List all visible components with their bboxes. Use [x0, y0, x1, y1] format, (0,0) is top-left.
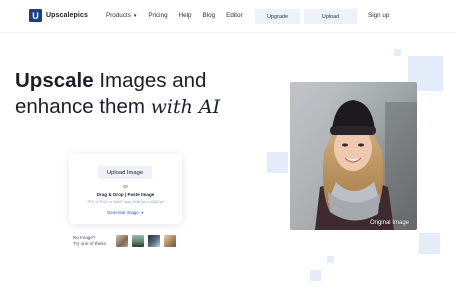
nav-help[interactable]: Help [179, 12, 192, 19]
logo-icon: U [29, 9, 42, 22]
decor-square [419, 233, 440, 254]
headline-line1-rest: Images and [93, 69, 207, 92]
nav-editor[interactable]: Editor [226, 12, 242, 19]
main-nav: Products ▼ Pricing Help Blog Editor [106, 12, 254, 19]
sample-thumbnail-2[interactable] [132, 235, 144, 247]
sample-thumbnail-4[interactable] [164, 235, 176, 247]
photo-caption: Original Image [369, 220, 409, 226]
headline-script-text: with AI [150, 96, 221, 118]
generate-image-link[interactable]: Generate Image ✦ [69, 210, 182, 215]
or-divider-text: Or [122, 184, 129, 189]
format-hint: JPG or PNG or WebP upto 40MOps x 40MOps [87, 200, 164, 204]
signup-link[interactable]: Sign up [368, 12, 389, 19]
headline-highlight: Upscale [15, 69, 94, 92]
drag-drop-text: Drag & Drop | Paste Image [96, 192, 155, 197]
chevron-down-icon: ▼ [132, 13, 138, 18]
headline-line2-start: enhance them [15, 95, 151, 118]
decor-square [267, 152, 288, 173]
generate-image-label: Generate Image [106, 210, 139, 215]
upgrade-button[interactable]: Upgrade [255, 9, 300, 24]
decor-square [310, 270, 321, 281]
nav-products[interactable]: Products ▼ [106, 12, 137, 19]
spark-icon: ✦ [140, 210, 145, 215]
sample-thumbnail-3[interactable] [148, 235, 160, 247]
header-upload-button[interactable]: Upload [304, 9, 357, 24]
decor-square [327, 256, 334, 263]
nav-products-label: Products [106, 12, 131, 19]
top-header: U Upscalepics Products ▼ Pricing Help Blo… [0, 0, 456, 33]
hero-headline: Upscale Images and enhance them with AI [15, 68, 220, 120]
decor-square [394, 49, 401, 56]
nav-pricing[interactable]: Pricing [148, 12, 167, 19]
sample-prompt-line2: Try one of these. [73, 241, 108, 246]
nav-blog[interactable]: Blog [203, 12, 216, 19]
sample-prompt: No Image? Try one of these. [73, 235, 107, 247]
brand-name: Upscalepics [46, 12, 88, 19]
brand-logo[interactable]: U Upscalepics [29, 9, 88, 22]
portrait-image [290, 82, 417, 230]
headline-line2: enhance them with AI [15, 94, 220, 120]
sample-thumbnail-1[interactable] [116, 235, 128, 247]
upload-card: Upload Image Or Drag & Drop | Paste Imag… [69, 154, 182, 224]
original-photo: Original Image [290, 82, 417, 230]
upload-image-button[interactable]: Upload Image [98, 166, 152, 179]
